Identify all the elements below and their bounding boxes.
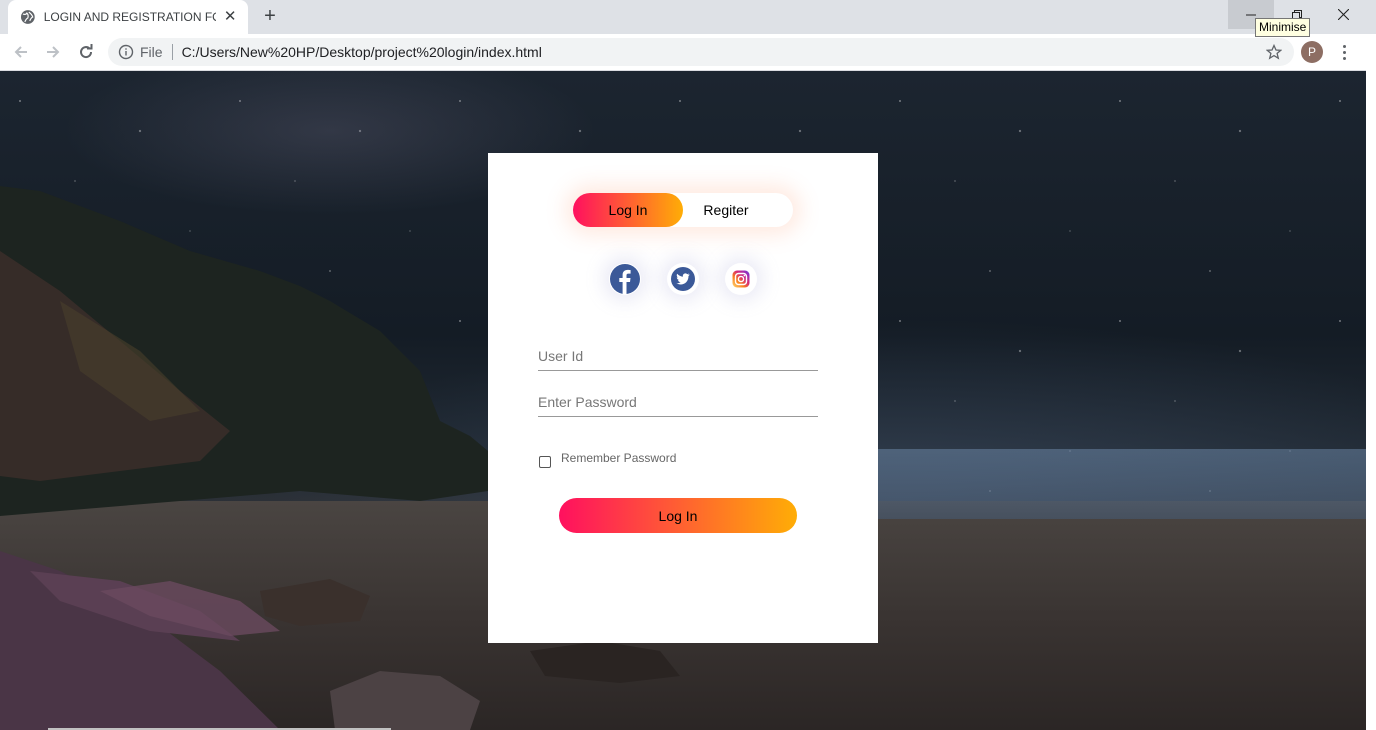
tab-register[interactable]: Regiter xyxy=(671,193,781,227)
browser-menu-button[interactable] xyxy=(1336,41,1352,63)
back-button[interactable] xyxy=(9,40,33,64)
login-register-toggle: Log In Regiter xyxy=(573,193,793,227)
twitter-button[interactable] xyxy=(667,263,699,295)
login-submit-button[interactable]: Log In xyxy=(559,498,797,533)
menu-dot xyxy=(1342,50,1346,54)
menu-dot xyxy=(1342,56,1346,60)
url-scheme-label: File xyxy=(140,44,163,60)
close-tab-icon[interactable]: ✕ xyxy=(222,9,238,25)
browser-tab[interactable]: LOGIN AND REGISTRATION FORM ✕ xyxy=(8,0,248,34)
tab-login[interactable]: Log In xyxy=(573,193,683,227)
browser-titlebar: LOGIN AND REGISTRATION FORM ✕ + Minimise xyxy=(0,0,1376,37)
minimise-tooltip: Minimise xyxy=(1255,18,1311,37)
menu-dot xyxy=(1342,44,1346,48)
user-id-input[interactable] xyxy=(538,341,818,371)
url-text[interactable]: C:/Users/New%20HP/Desktop/project%20logi… xyxy=(182,44,542,60)
bookmark-star-icon[interactable] xyxy=(1266,44,1282,60)
facebook-icon xyxy=(610,264,640,294)
address-bar[interactable]: File C:/Users/New%20HP/Desktop/project%2… xyxy=(108,38,1294,66)
twitter-icon xyxy=(671,267,695,291)
login-card: Log In Regiter User Id Remember Password… xyxy=(488,153,878,643)
instagram-button[interactable] xyxy=(725,263,757,295)
reload-button[interactable] xyxy=(74,40,98,64)
new-tab-button[interactable]: + xyxy=(258,5,282,29)
forward-arrow-icon xyxy=(47,46,60,58)
info-icon[interactable] xyxy=(118,44,134,60)
globe-icon xyxy=(20,10,35,24)
remember-password-checkbox[interactable] xyxy=(539,456,551,468)
password-input[interactable] xyxy=(538,387,818,417)
tab-title: LOGIN AND REGISTRATION FORM xyxy=(43,10,217,24)
page-viewport: Log In Regiter User Id Remember Password… xyxy=(0,71,1366,730)
profile-avatar[interactable]: P xyxy=(1301,41,1323,63)
back-arrow-icon xyxy=(14,46,27,58)
forward-button[interactable] xyxy=(41,40,65,64)
browser-toolbar: File C:/Users/New%20HP/Desktop/project%2… xyxy=(0,34,1366,71)
close-window-button[interactable] xyxy=(1320,0,1366,29)
remember-password-label: Remember Password xyxy=(561,451,677,465)
close-icon xyxy=(1337,9,1349,20)
reload-icon xyxy=(80,44,93,59)
omnibox-separator xyxy=(171,44,173,60)
facebook-button[interactable] xyxy=(609,263,641,295)
instagram-icon xyxy=(732,270,750,288)
